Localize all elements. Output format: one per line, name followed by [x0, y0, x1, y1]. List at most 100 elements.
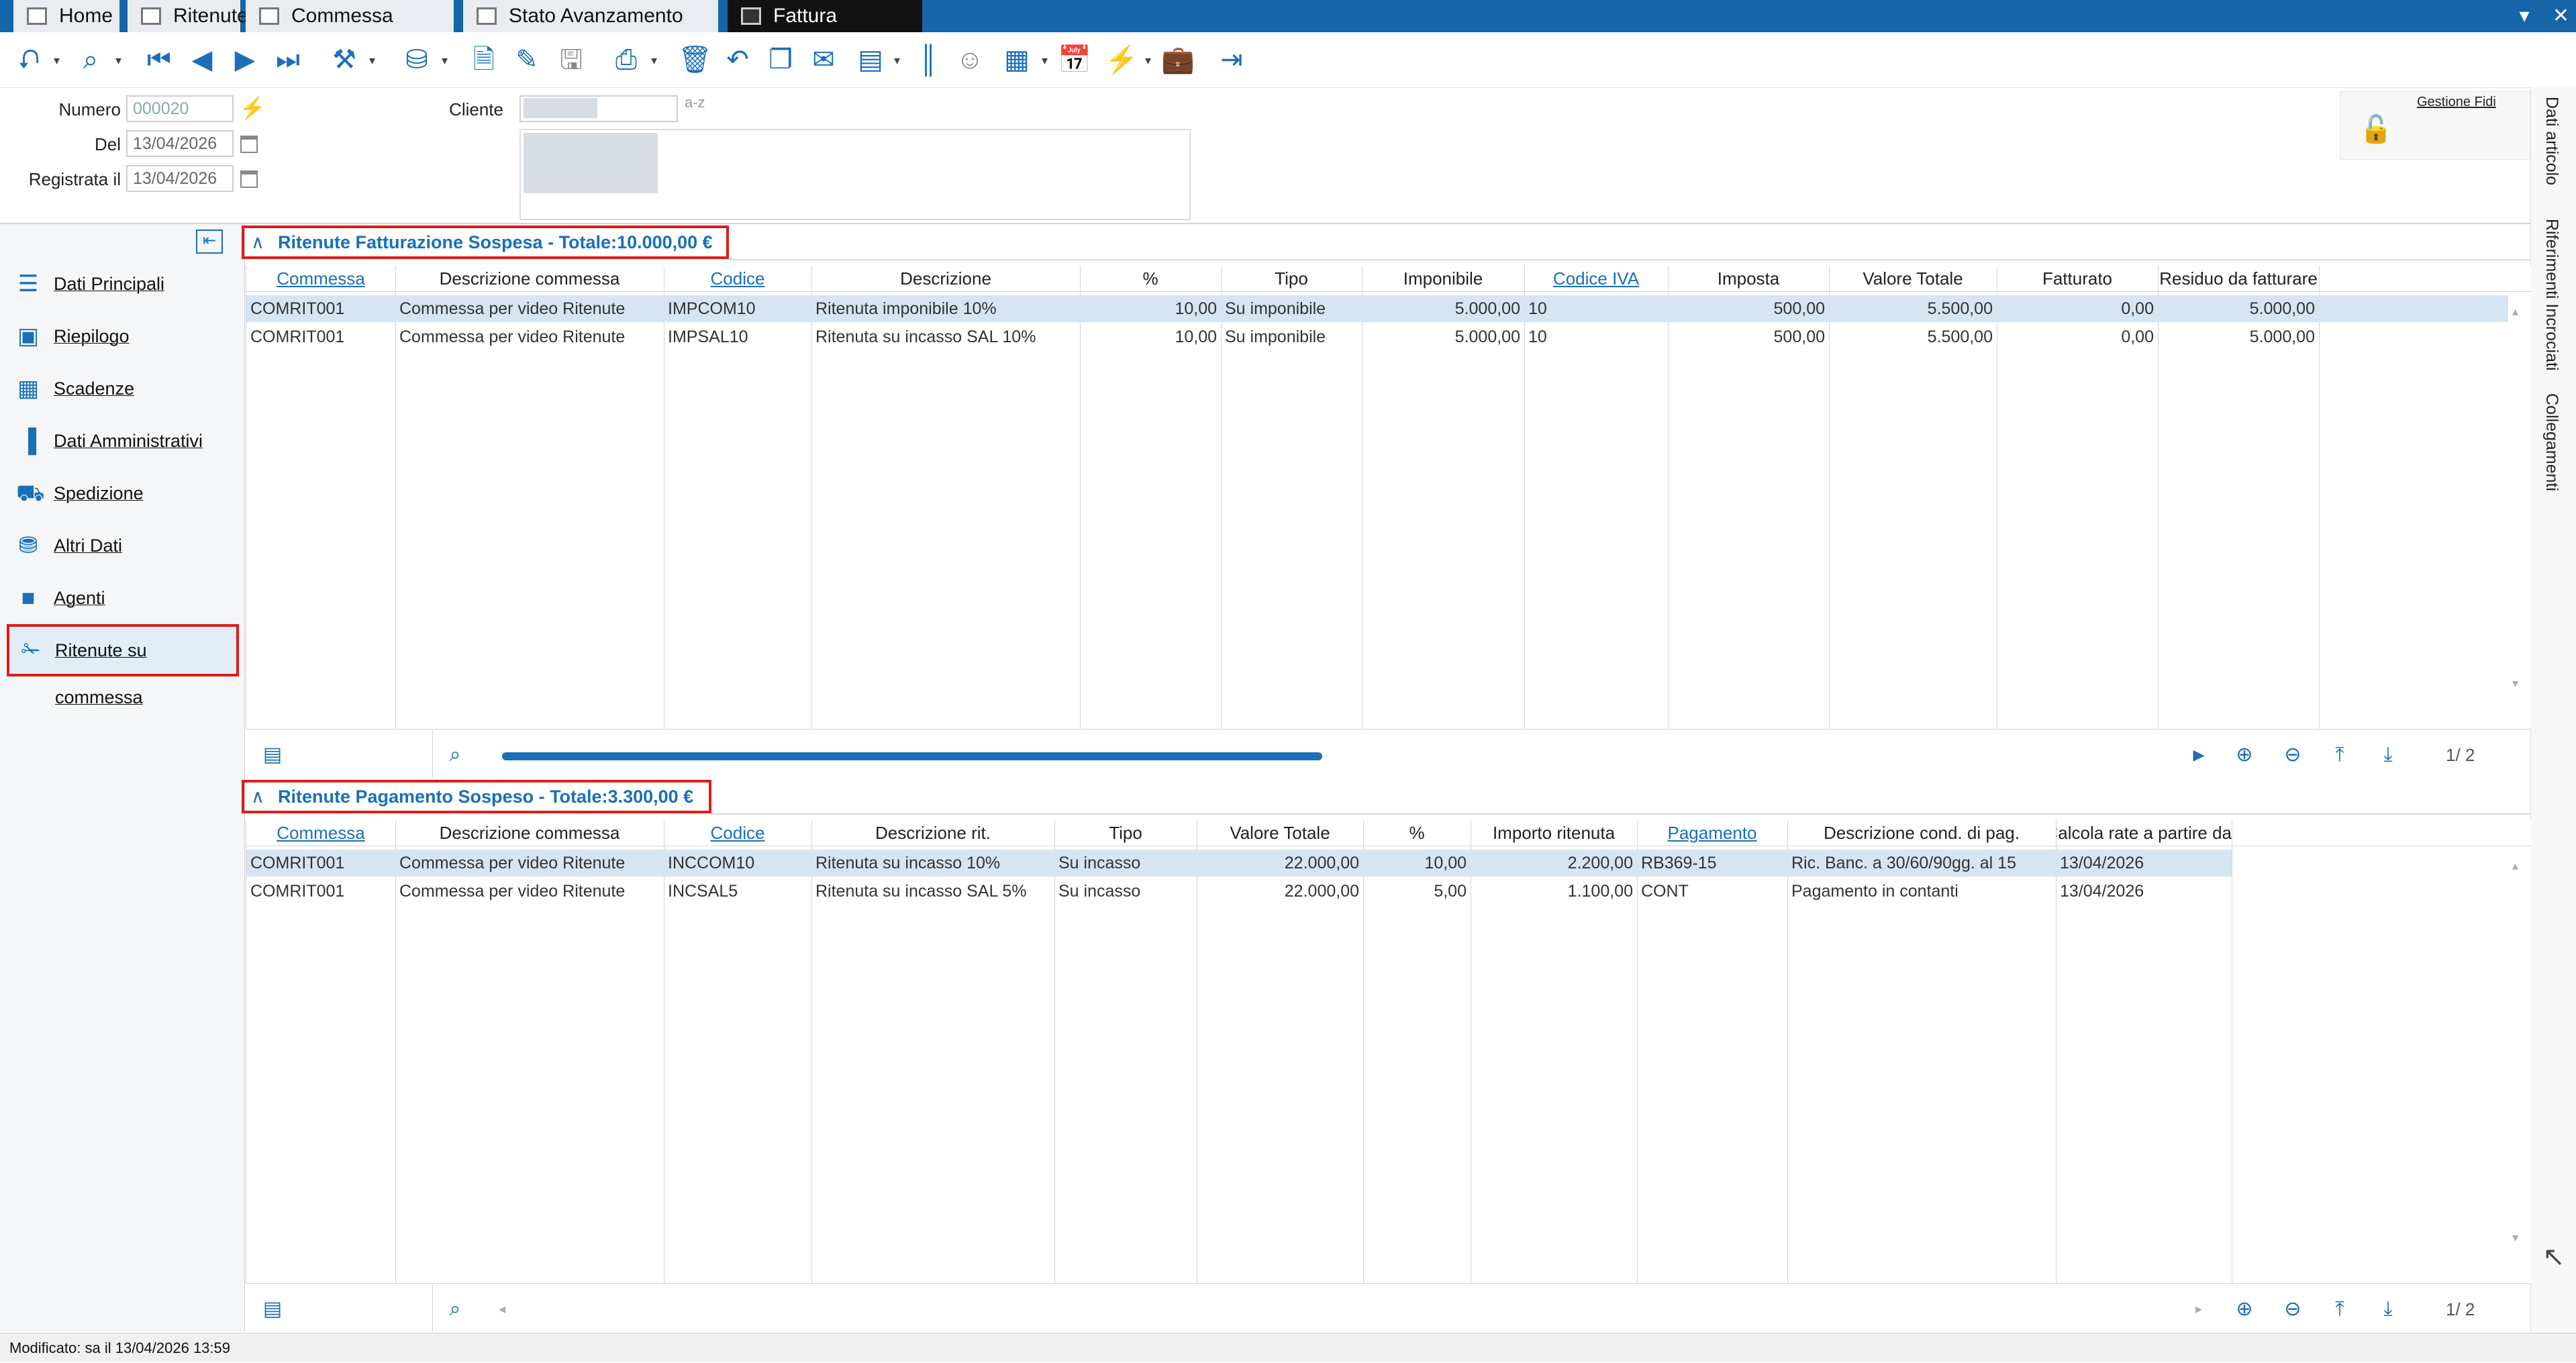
search-icon[interactable]: ⌕ [443, 743, 467, 767]
scroll-up-icon[interactable]: ▴ [2512, 859, 2518, 873]
chevron-up-icon[interactable]: ∧ [251, 783, 264, 811]
sidebar-item-dati-principali[interactable]: ☰ Dati Principali [7, 260, 239, 307]
go-top-icon[interactable]: ⤒ [2328, 1297, 2352, 1321]
scroll-right-icon[interactable]: ▸ [2187, 1297, 2211, 1321]
chevron-down-icon[interactable]: ▾ [894, 54, 905, 66]
col-descrizione[interactable]: Descrizione [811, 266, 1080, 291]
col-codice[interactable]: Codice [664, 820, 811, 846]
zoom-out-icon[interactable]: ⊖ [2281, 743, 2305, 767]
barcode-icon[interactable]: ║ [911, 43, 945, 77]
search-icon[interactable]: ⌕ [74, 43, 107, 77]
registrata-date-field[interactable]: 13/04/2026 [126, 165, 234, 192]
scroll-down-icon[interactable]: ▾ [2512, 676, 2518, 691]
tab-stato-avanzamento-lavori[interactable]: Stato Avanzamento Lavori [463, 0, 718, 59]
col-valore-totale[interactable]: Valore Totale [1197, 820, 1363, 846]
briefcase-icon[interactable]: 💼 [1161, 43, 1195, 77]
chevron-down-icon[interactable]: ▾ [442, 54, 452, 66]
edit-icon[interactable]: ✎ [510, 43, 544, 77]
zoom-in-icon[interactable]: ⊕ [2232, 1297, 2257, 1321]
copy-icon[interactable]: ❐ [764, 43, 797, 77]
undo-icon[interactable]: ↶ [721, 43, 754, 77]
calendar-icon[interactable] [240, 170, 258, 188]
next-icon[interactable]: ▶ [228, 43, 262, 77]
col-descrizione-commessa[interactable]: Descrizione commessa [395, 266, 664, 291]
delete-icon[interactable]: 🗑 [678, 43, 712, 77]
sidebar-item-scadenze[interactable]: ▦ Scadenze [7, 365, 239, 412]
chevron-up-icon[interactable]: ∧ [251, 228, 264, 256]
col-imposta[interactable]: Imposta [1668, 266, 1829, 291]
close-icon[interactable]: ✕ [2553, 5, 2569, 27]
tools-icon[interactable]: ⚒ [328, 43, 361, 77]
save-icon[interactable]: 🖫 [554, 43, 588, 77]
col-percentuale[interactable]: % [1363, 820, 1471, 846]
col-fatturato[interactable]: Fatturato [1997, 266, 2158, 291]
section-ritenute-pagamento-sospeso-header[interactable]: ∧ Ritenute Pagamento Sospeso - Totale:3.3… [242, 780, 711, 813]
col-codice-iva[interactable]: Codice IVA [1524, 266, 1668, 291]
tab-fattura-immediata[interactable]: Fattura Immediata [728, 0, 922, 59]
sidebar-item-dati-amministrativi[interactable]: ▐ Dati Amministrativi [7, 417, 239, 464]
go-bottom-icon[interactable]: ⤓ [2376, 743, 2400, 767]
tab-home[interactable]: Home [13, 0, 119, 32]
list-icon[interactable]: ▤ [260, 743, 285, 767]
sidebar-item-agenti[interactable]: ■ Agenti [7, 574, 239, 621]
table-row[interactable]: COMRIT001 Commessa per video Ritenute IM… [246, 323, 2508, 350]
numero-field[interactable]: 000020 [126, 95, 234, 122]
lightning-icon[interactable]: ⚡ [1105, 43, 1138, 77]
col-valore-totale[interactable]: Valore Totale [1829, 266, 1997, 291]
col-codice[interactable]: Codice [664, 266, 811, 291]
grid-icon[interactable]: ▦ [1000, 43, 1034, 77]
go-top-icon[interactable]: ⤒ [2328, 743, 2352, 767]
col-commessa[interactable]: Commessa [246, 266, 395, 291]
last-icon[interactable]: ⏭ [271, 43, 305, 77]
col-descrizione-commessa[interactable]: Descrizione commessa [395, 820, 664, 846]
mail-icon[interactable]: ✉ [807, 43, 840, 77]
exit-icon[interactable]: ⇥ [1215, 43, 1248, 77]
table-row[interactable]: COMRIT001 Commessa per video Ritenute IN… [246, 878, 2232, 905]
gestione-fidi-link[interactable]: Gestione Fidi [2417, 95, 2496, 110]
sidebar-item-riepilogo[interactable]: ▣ Riepilogo [7, 313, 239, 360]
prev-icon[interactable]: ◀ [185, 43, 219, 77]
table-row[interactable]: COMRIT001 Commessa per video Ritenute IM… [246, 295, 2508, 322]
scroll-up-icon[interactable]: ▴ [2512, 305, 2518, 319]
table-row[interactable]: COMRIT001 Commessa per video Ritenute IN… [246, 850, 2232, 876]
expand-icon[interactable]: ⮏ [12, 43, 46, 77]
del-date-field[interactable]: 13/04/2026 [126, 130, 234, 157]
chevron-down-icon[interactable]: ▾ [115, 54, 126, 66]
chevron-down-icon[interactable]: ▾ [1145, 54, 1156, 66]
chevron-down-icon[interactable]: ▾ [1042, 54, 1052, 66]
col-descrizione-cond-pag[interactable]: Descrizione cond. di pag. [1787, 820, 2056, 846]
side-tab-riferimenti-incrociati[interactable]: Riferimenti Incrociati [2542, 219, 2561, 370]
scroll-down-icon[interactable]: ▾ [2512, 1231, 2518, 1245]
lock-open-icon[interactable]: 🔓 [2359, 113, 2393, 145]
search-icon[interactable]: ⌕ [443, 1297, 467, 1321]
print-icon[interactable]: ⎙ [609, 43, 643, 77]
user-icon[interactable]: ☺ [953, 43, 987, 77]
list-icon[interactable]: ▤ [260, 1297, 285, 1321]
database-icon[interactable]: ⛁ [400, 43, 434, 77]
collapse-sidebar-icon[interactable]: ⇤ [196, 230, 223, 254]
col-descrizione-rit[interactable]: Descrizione rit. [811, 820, 1054, 846]
scroll-right-icon[interactable]: ▶ [2187, 743, 2211, 767]
col-pagamento[interactable]: Pagamento [1637, 820, 1787, 846]
chevron-down-icon[interactable]: ▾ [2519, 5, 2529, 27]
cliente-search-key-icon[interactable]: a-z [685, 94, 705, 111]
tab-commessa-standard[interactable]: Commessa Standard [246, 0, 454, 59]
side-tab-collegamenti[interactable]: Collegamenti [2542, 393, 2561, 491]
tab-ritenute[interactable]: Ritenute [128, 0, 248, 32]
new-document-icon[interactable]: 🗎 [467, 43, 501, 77]
go-bottom-icon[interactable]: ⤓ [2376, 1297, 2400, 1321]
chevron-down-icon[interactable]: ▾ [369, 54, 380, 66]
horizontal-scrollbar[interactable] [502, 752, 1322, 760]
calendar-icon[interactable] [240, 136, 258, 153]
col-residuo-da-fatturare[interactable]: Residuo da fatturare [2158, 266, 2319, 291]
first-icon[interactable]: ⏮ [142, 43, 176, 77]
scroll-left-icon[interactable]: ◂ [490, 1297, 514, 1321]
sidebar-item-ritenute-su-commessa[interactable]: ✁ Ritenute su commessa [7, 624, 239, 707]
chevron-down-icon[interactable]: ▾ [651, 54, 662, 66]
col-importo-ritenuta[interactable]: Importo ritenuta [1471, 820, 1637, 846]
chevron-down-icon[interactable]: ▾ [54, 54, 64, 66]
col-percentuale[interactable]: % [1080, 266, 1221, 291]
lightning-icon[interactable]: ⚡ [239, 95, 266, 121]
zoom-in-icon[interactable]: ⊕ [2232, 743, 2257, 767]
sidebar-item-spedizione[interactable]: ⛟ Spedizione [7, 470, 239, 517]
